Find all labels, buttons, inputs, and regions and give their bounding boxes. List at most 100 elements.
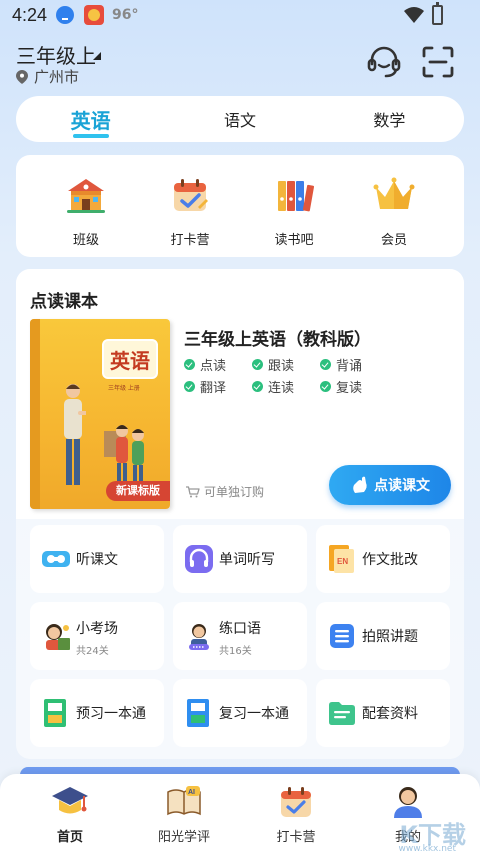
battery-icon (432, 2, 443, 25)
speaking-boy-icon (189, 624, 209, 650)
headphones-icon (185, 545, 213, 573)
nav-evaluation[interactable]: AI 阳光学评 (134, 782, 234, 845)
checkin-calendar-icon (174, 179, 208, 211)
feature-item: 复读 (320, 377, 362, 396)
tool-preview-guide[interactable]: 预习一本通 (30, 679, 164, 747)
nav-label: 打卡营 (276, 830, 316, 845)
feature-label: 连读 (268, 381, 295, 396)
svg-text:EN: EN (337, 557, 348, 566)
photo-list-icon (330, 624, 354, 648)
tool-word-dictation[interactable]: 单词听写 (173, 525, 307, 593)
crown-icon (373, 177, 415, 209)
entry-class[interactable]: 班级 (46, 173, 126, 248)
section-title: 点读课本 (30, 292, 98, 312)
download-icon (56, 6, 74, 24)
checkin-calendar-icon (281, 787, 311, 817)
buy-link[interactable]: 可单独订购 (186, 483, 264, 500)
entry-label: 打卡营 (170, 233, 210, 248)
students-illustration (104, 425, 144, 487)
tool-label: 练口语 (219, 621, 261, 637)
entry-checkin[interactable]: 打卡营 (150, 173, 230, 248)
book-title-box: 英语 (102, 339, 158, 379)
tool-label: 单词听写 (219, 552, 275, 568)
buy-link-label: 可单独订购 (204, 485, 265, 499)
folder-icon (329, 702, 355, 725)
check-icon (184, 359, 195, 370)
entry-label: 读书吧 (274, 233, 314, 248)
location-pin-icon (16, 69, 28, 84)
scan-icon[interactable] (420, 44, 456, 80)
tool-speaking[interactable]: 练口语 共16关 (173, 602, 307, 670)
tool-label: 听课文 (76, 552, 118, 568)
tool-sub: 共16关 (219, 646, 252, 657)
check-icon (252, 359, 263, 370)
check-icon (184, 381, 195, 392)
feature-item: 连读 (252, 377, 294, 396)
tool-listen-text[interactable]: 听课文 (30, 525, 164, 593)
caret-down-icon[interactable] (93, 52, 101, 60)
watermark-sub: www.kkx.net (398, 844, 457, 854)
tab-math[interactable]: 数学 (315, 96, 464, 142)
subject-tabs: 英语 语文 数学 (16, 96, 464, 142)
book-cover[interactable]: 英语 三年级 上册 新课标版 (30, 319, 170, 509)
entry-vip[interactable]: 会员 (354, 173, 434, 248)
ai-book-icon: AI (167, 786, 201, 816)
nav-label: 首页 (56, 830, 83, 845)
teacher-illustration (64, 384, 86, 485)
tool-label: 预习一本通 (76, 706, 146, 722)
nav-checkin[interactable]: 打卡营 (246, 782, 346, 845)
tool-photo-explain[interactable]: 拍照讲题 (316, 602, 450, 670)
read-button-label: 点读课文 (374, 478, 430, 494)
textbook-card: 点读课本 英语 三年级 上册 新课标版 三年级上英语（教科版） 点读 跟读 背诵… (16, 269, 464, 759)
grade-selector[interactable]: 三年级上 (16, 40, 96, 69)
essay-icon: EN (329, 545, 354, 573)
tab-english[interactable]: 英语 (16, 96, 165, 142)
read-text-button[interactable]: 点读课文 (329, 465, 451, 505)
book-spine (30, 319, 40, 509)
customer-service-icon[interactable] (366, 44, 402, 80)
tool-review-guide[interactable]: 复习一本通 (173, 679, 307, 747)
location[interactable]: 广州市 (16, 66, 79, 87)
check-icon (320, 381, 331, 392)
entry-label: 班级 (72, 233, 99, 248)
tab-label: 英语 (71, 105, 111, 138)
book-badge: 新课标版 (106, 481, 170, 501)
feature-label: 跟读 (268, 359, 295, 374)
tab-chinese[interactable]: 语文 (165, 96, 314, 142)
check-icon (320, 359, 331, 370)
tool-essay-correction[interactable]: EN 作文批改 (316, 525, 450, 593)
nav-home[interactable]: 首页 (20, 782, 120, 845)
feature-label: 背诵 (336, 359, 363, 374)
entry-reading[interactable]: 读书吧 (254, 173, 334, 248)
tool-materials[interactable]: 配套资料 (316, 679, 450, 747)
tool-label: 小考场 (76, 621, 118, 637)
location-text: 广州市 (34, 68, 80, 86)
books-icon (278, 181, 315, 212)
book-cover-grade: 三年级 上册 (108, 385, 140, 392)
feature-label: 点读 (200, 359, 227, 374)
svg-text:AI: AI (188, 789, 195, 796)
tool-sub: 共24关 (76, 646, 109, 657)
status-bar: 4:24 96° (0, 0, 480, 32)
cart-icon (186, 485, 200, 497)
listen-icon (42, 551, 70, 567)
tool-label: 配套资料 (362, 706, 418, 722)
wifi-icon (404, 7, 424, 23)
tab-label: 数学 (373, 111, 406, 130)
tab-label: 语文 (223, 111, 256, 130)
feature-label: 翻译 (200, 381, 227, 396)
bottom-nav: 首页 AI 阳光学评 打卡营 我的 K下载 www.kkx.net (0, 774, 480, 854)
tool-mini-exam[interactable]: 小考场 共24关 (30, 602, 164, 670)
feature-label: 复读 (336, 381, 363, 396)
feature-item: 跟读 (252, 355, 294, 374)
tool-label: 复习一本通 (219, 706, 289, 722)
graduation-cap-icon (52, 787, 88, 814)
app-notification-icon (84, 5, 104, 25)
feature-item: 背诵 (320, 355, 362, 374)
entry-label: 会员 (380, 233, 407, 248)
tool-label: 拍照讲题 (362, 629, 418, 645)
status-temperature: 96° (112, 7, 139, 23)
book-name: 三年级上英语（教科版） (184, 330, 371, 350)
review-book-icon (187, 699, 209, 727)
book-cover-title: 英语 (110, 349, 150, 373)
